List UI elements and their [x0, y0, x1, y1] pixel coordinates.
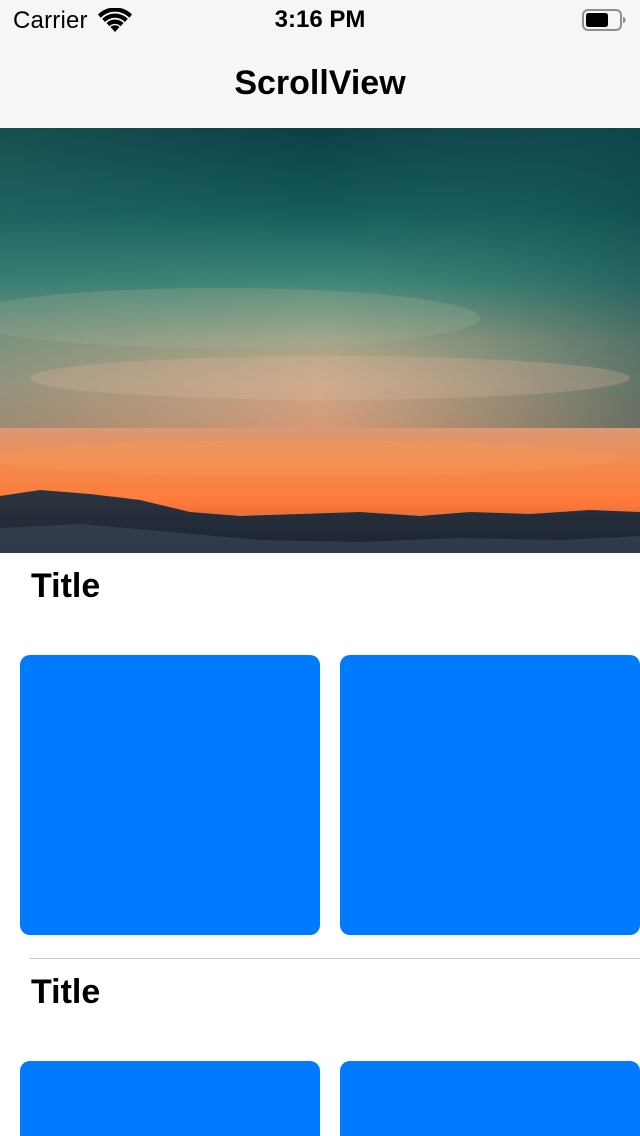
status-bar: Carrier 3:16 PM	[0, 0, 640, 40]
top-bar: Carrier 3:16 PM ScrollView	[0, 0, 640, 128]
battery-icon	[582, 9, 626, 31]
hero-image	[0, 128, 640, 553]
blue-card[interactable]	[20, 655, 320, 935]
screen: Carrier 3:16 PM ScrollView Title Title	[0, 0, 640, 1136]
clock: 3:16 PM	[274, 6, 366, 33]
section-title: Title	[31, 567, 101, 605]
sunset-landscape-image	[0, 128, 640, 553]
nav-title: ScrollView	[234, 64, 406, 102]
blue-card[interactable]	[20, 1061, 320, 1136]
blue-card[interactable]	[340, 655, 640, 935]
section-title: Title	[31, 973, 101, 1011]
blue-card[interactable]	[340, 1061, 640, 1136]
section-divider	[30, 958, 640, 959]
